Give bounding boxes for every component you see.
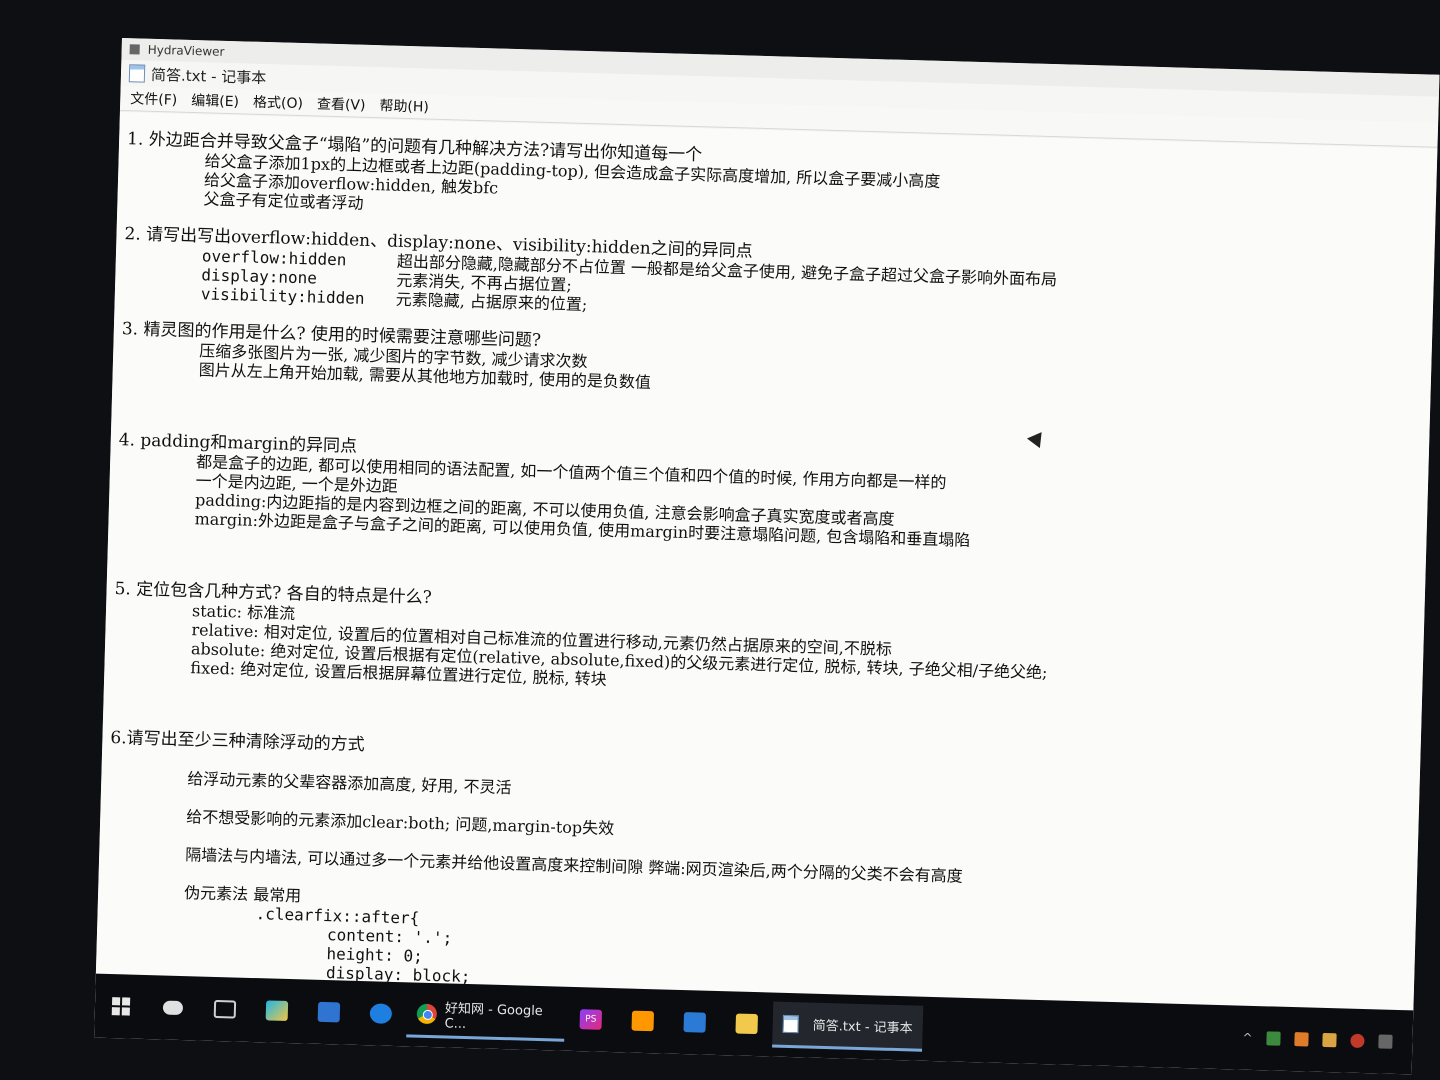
monitor-screen: HydraViewer 简答.txt - 记事本 文件(F) 编辑(E) 格式(… bbox=[94, 38, 1440, 1075]
tray-app-icon[interactable] bbox=[1378, 1034, 1393, 1049]
viewer-title: HydraViewer bbox=[147, 42, 225, 59]
chat-icon bbox=[162, 1000, 184, 1016]
webstorm-button[interactable] bbox=[250, 987, 303, 1034]
hydraviewer-icon bbox=[129, 44, 140, 55]
sublime-icon bbox=[631, 1010, 655, 1032]
notepad-icon bbox=[128, 64, 146, 83]
chevron-up-icon[interactable]: ^ bbox=[1242, 1031, 1252, 1045]
sublime-button[interactable] bbox=[616, 997, 669, 1044]
menu-file[interactable]: 文件(F) bbox=[130, 88, 178, 109]
menu-edit[interactable]: 编辑(E) bbox=[191, 90, 239, 111]
phpstorm-icon: PS bbox=[579, 1009, 603, 1030]
vscode-icon bbox=[683, 1012, 707, 1033]
menu-help[interactable]: 帮助(H) bbox=[379, 95, 429, 116]
tray-app-icon[interactable] bbox=[1350, 1033, 1365, 1049]
menu-view[interactable]: 查看(V) bbox=[317, 93, 366, 114]
task-view-icon bbox=[213, 999, 237, 1019]
tray-app-icon[interactable] bbox=[1322, 1032, 1337, 1048]
chrome-icon bbox=[416, 1003, 438, 1024]
phpstorm-button[interactable]: PS bbox=[564, 996, 617, 1043]
folder-icon bbox=[735, 1013, 758, 1035]
chrome-task-label: 好知网 - Google C... bbox=[444, 1000, 544, 1032]
cortana-button[interactable] bbox=[146, 984, 199, 1031]
tray-app-icon[interactable] bbox=[1266, 1031, 1281, 1046]
tray-app-icon[interactable] bbox=[1294, 1032, 1309, 1047]
menu-format[interactable]: 格式(O) bbox=[253, 92, 303, 113]
store-button[interactable] bbox=[302, 988, 355, 1035]
start-button[interactable] bbox=[94, 983, 147, 1030]
file-explorer-button[interactable] bbox=[720, 1000, 773, 1047]
vscode-button[interactable] bbox=[668, 999, 721, 1046]
window-title: 简答.txt - 记事本 bbox=[150, 65, 267, 87]
chrome-taskbar-item[interactable]: 好知网 - Google C... bbox=[406, 991, 566, 1042]
system-tray: ^ bbox=[1242, 1031, 1412, 1050]
edge-icon bbox=[369, 1003, 393, 1024]
webstorm-icon bbox=[265, 1000, 289, 1022]
text-editor-area[interactable]: 1. 外边距合并导致父盒子“塌陷”的问题有几种解决方法?请写出你知道每一个 给父… bbox=[95, 111, 1438, 1011]
notepad-task-label: 简答.txt - 记事本 bbox=[812, 1018, 913, 1037]
edge-button[interactable] bbox=[354, 990, 407, 1037]
notepad-taskbar-item[interactable]: 简答.txt - 记事本 bbox=[772, 1001, 924, 1052]
windows-logo-icon bbox=[111, 997, 131, 1016]
notepad-task-icon bbox=[782, 1014, 799, 1033]
store-icon bbox=[317, 1001, 341, 1023]
task-view-button[interactable] bbox=[198, 986, 251, 1033]
